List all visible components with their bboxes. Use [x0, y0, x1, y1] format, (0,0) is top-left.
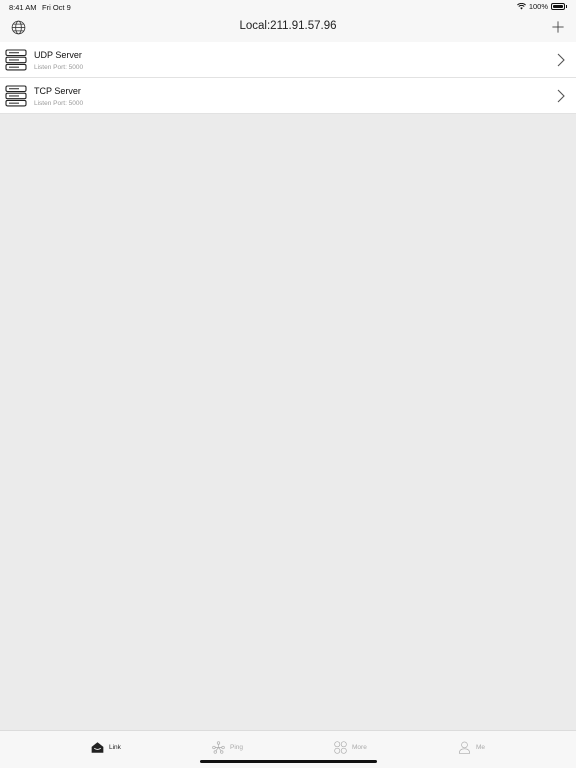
battery-tip [566, 5, 567, 8]
plus-icon[interactable] [551, 20, 565, 34]
app-screen: 8:41 AM Fri Oct 9 100% Local:211.91.57.9… [0, 0, 576, 768]
server-title: TCP Server [34, 86, 81, 96]
status-indicators: 100% [516, 2, 567, 11]
tab-more[interactable]: More [334, 739, 367, 755]
page-title: Local:211.91.57.96 [239, 20, 337, 32]
tab-link[interactable]: Link [91, 739, 121, 755]
battery-fill [553, 5, 563, 8]
tab-ping[interactable]: Ping [212, 739, 243, 755]
tab-label: Link [109, 743, 121, 751]
server-row-udp[interactable]: UDP Server Listen Port: 5000 [0, 42, 576, 78]
status-time: 8:41 AM [9, 3, 37, 12]
server-row-tcp[interactable]: TCP Server Listen Port: 5000 [0, 78, 576, 114]
tab-me[interactable]: Me [458, 739, 485, 755]
server-stack-icon [5, 85, 27, 107]
chevron-right-icon [557, 53, 565, 67]
server-list: UDP Server Listen Port: 5000 TCP Server … [0, 42, 576, 114]
network-icon [212, 740, 225, 754]
person-icon [458, 741, 471, 754]
battery-percent: 100% [528, 2, 548, 11]
tab-label: Me [476, 743, 486, 751]
status-date: Fri Oct 9 [42, 3, 71, 12]
navigation-bar: Local:211.91.57.96 [0, 14, 576, 42]
server-stack-icon [5, 49, 27, 71]
server-port: Listen Port: 5000 [34, 100, 84, 107]
server-port: Listen Port: 5000 [34, 64, 84, 71]
status-bar: 8:41 AM Fri Oct 9 100% [0, 0, 576, 14]
home-icon [91, 741, 104, 753]
server-title: UDP Server [34, 50, 82, 60]
chevron-right-icon [557, 89, 565, 103]
tab-label: Ping [230, 743, 244, 751]
tab-label: More [352, 743, 367, 751]
home-indicator[interactable] [200, 760, 377, 763]
grid-icon [334, 740, 347, 754]
battery-icon [551, 3, 565, 10]
wifi-icon [516, 3, 526, 10]
